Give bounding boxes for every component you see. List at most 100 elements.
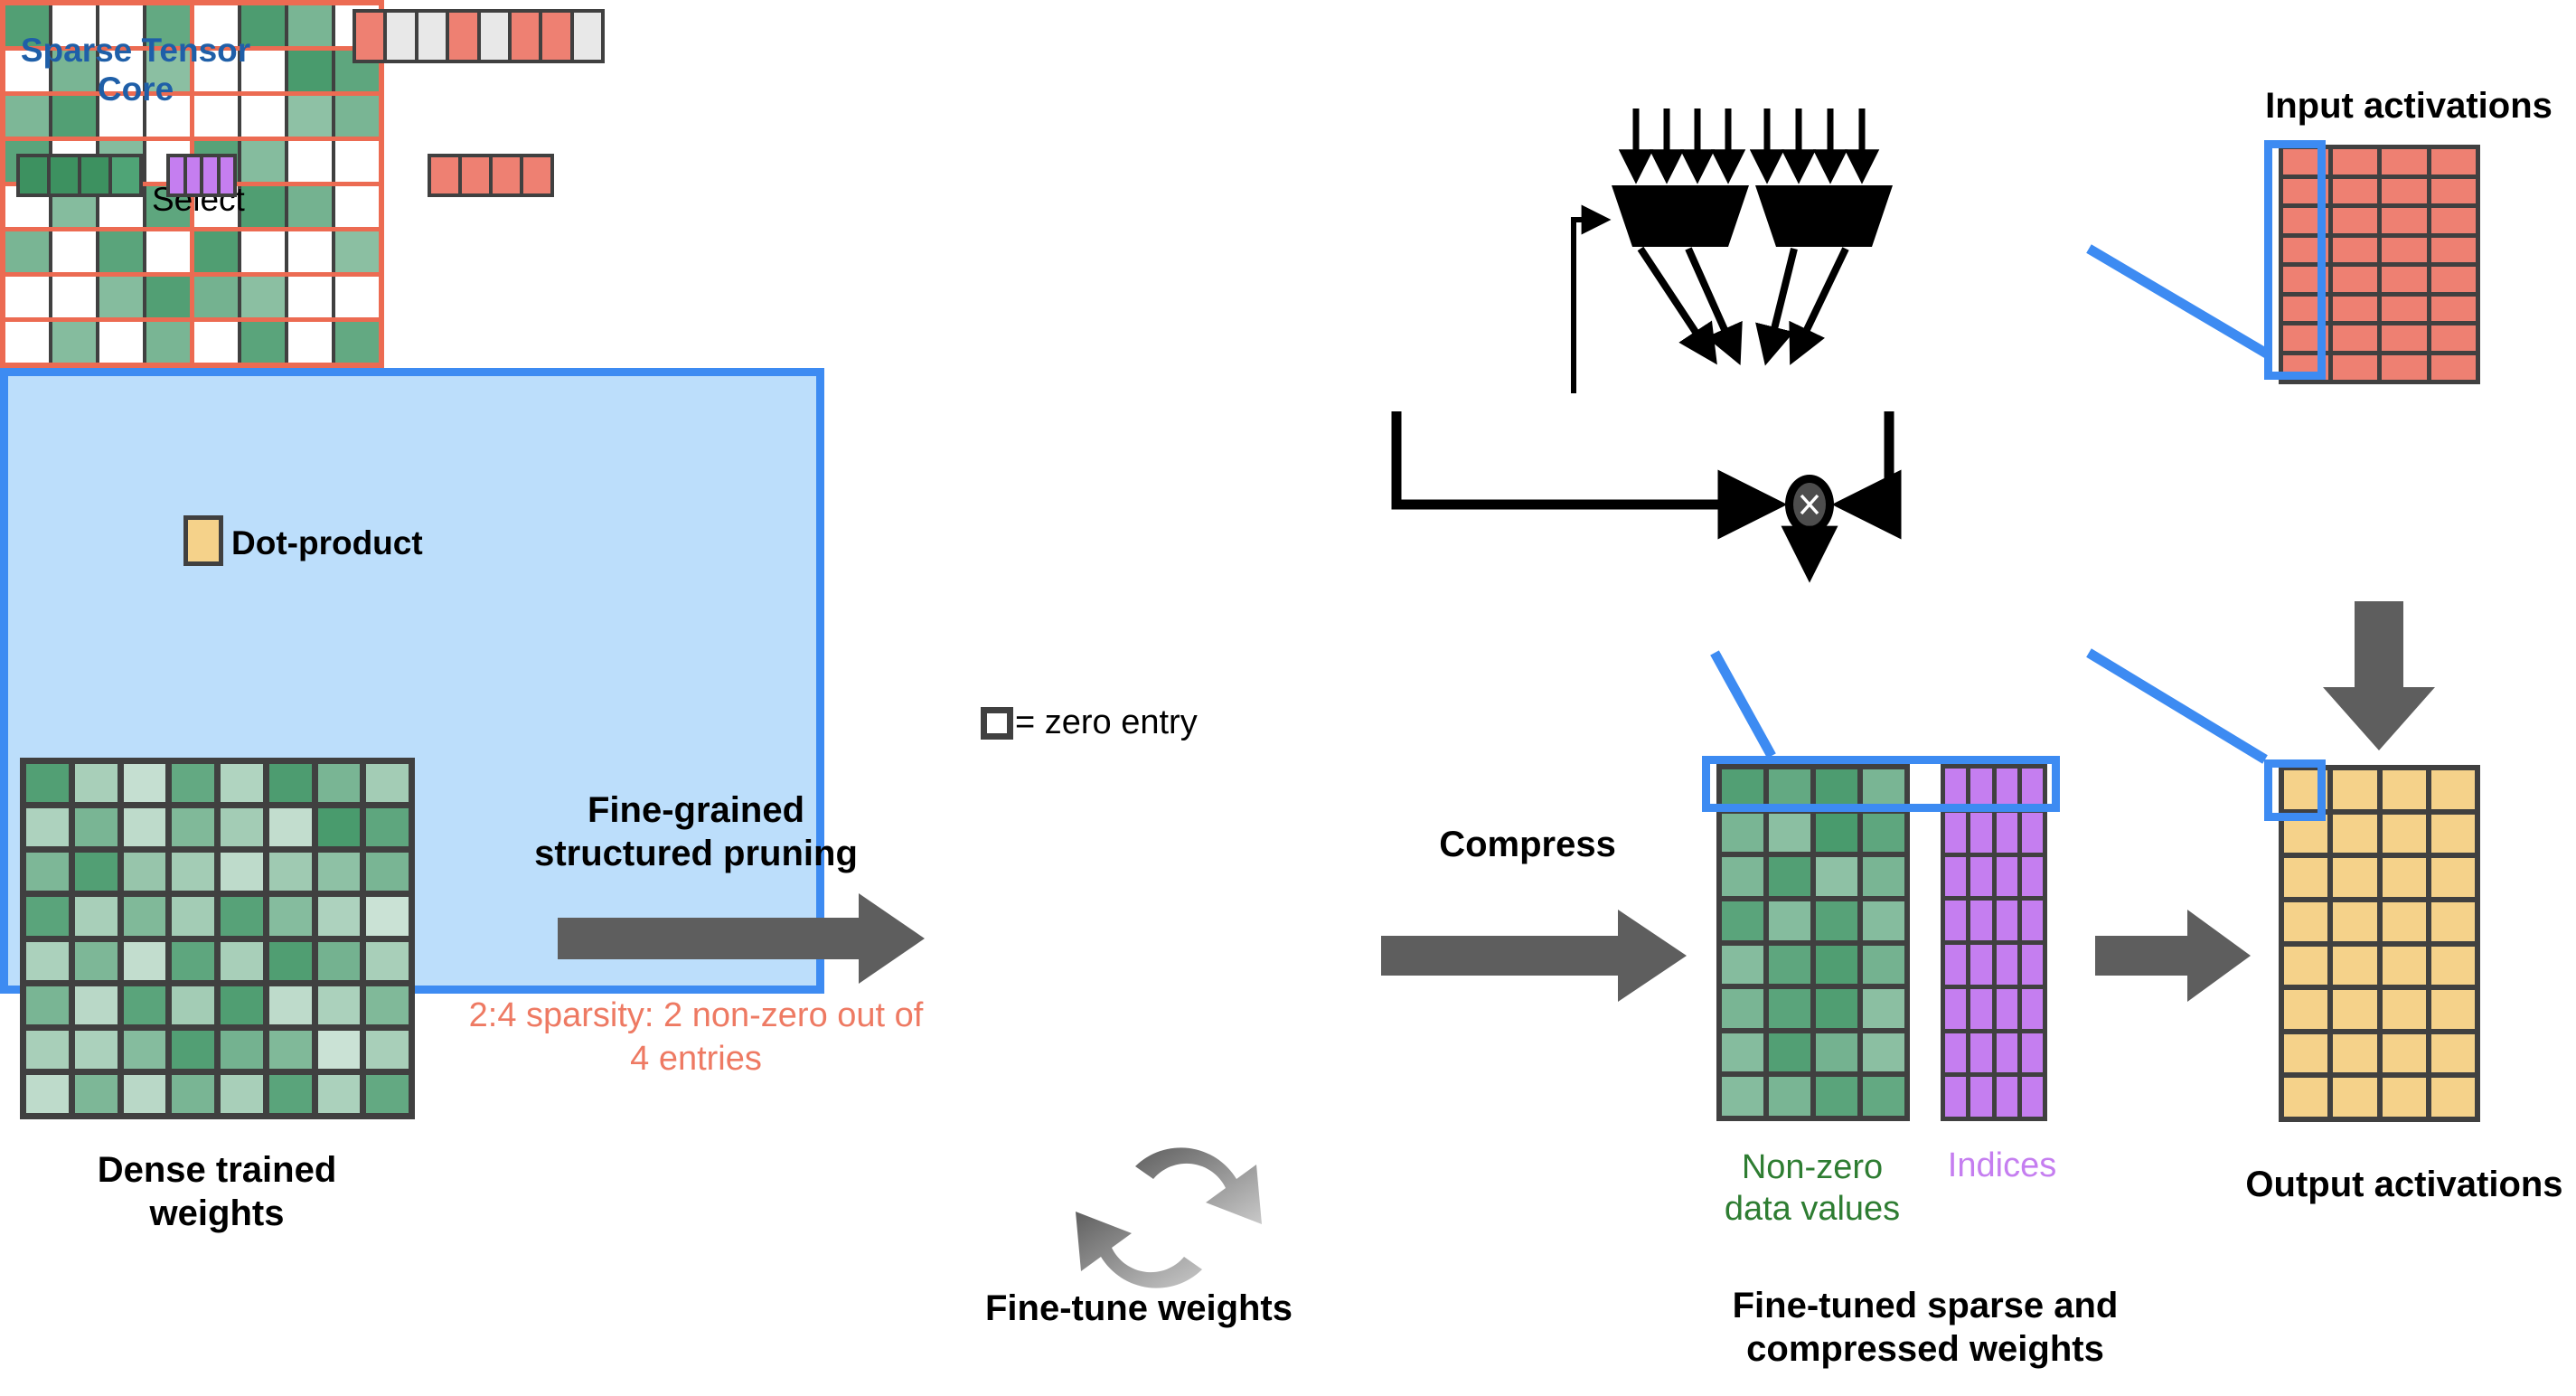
input-activation-cell bbox=[2332, 325, 2377, 351]
index-cell bbox=[1945, 1033, 1967, 1073]
dense-weight-cell bbox=[74, 1074, 118, 1113]
compressed-value-cell bbox=[1816, 857, 1857, 896]
zero-entry-text: = zero entry bbox=[1015, 703, 1198, 741]
select-connector bbox=[1571, 204, 1612, 393]
mux-trapezoid-left bbox=[1612, 185, 1749, 247]
dense-weight-cell bbox=[26, 853, 69, 891]
pruned-weight-cell bbox=[335, 322, 379, 363]
dense-weight-cell bbox=[123, 986, 166, 1024]
compressed-value-cell bbox=[1769, 945, 1810, 985]
pruned-weight-cell bbox=[99, 231, 143, 272]
output-activation-cell bbox=[2333, 1033, 2377, 1073]
dense-weight-cell bbox=[221, 764, 263, 803]
compressed-value-cell bbox=[1722, 1077, 1763, 1116]
pruned-weight-cell bbox=[288, 51, 332, 91]
output-activation-cell bbox=[2333, 901, 2377, 941]
pruned-weight-cell bbox=[335, 231, 379, 272]
pruned-weight-cell bbox=[241, 141, 285, 182]
activation-lane-nonzero bbox=[542, 13, 570, 60]
compressed-value-cell bbox=[1863, 989, 1904, 1028]
index-cell bbox=[1970, 1033, 1992, 1073]
pruned-weight-cell bbox=[146, 277, 190, 317]
pruned-weight-cell bbox=[241, 277, 285, 317]
dense-weight-cell bbox=[123, 897, 166, 936]
dense-weight-cell bbox=[268, 941, 312, 980]
dense-weight-cell bbox=[74, 1030, 118, 1069]
dense-weight-cell bbox=[366, 941, 409, 980]
pruned-weight-cell bbox=[5, 231, 49, 272]
zero-entry-cell bbox=[335, 141, 379, 182]
zero-entry-cell bbox=[52, 231, 96, 272]
indices-label: Indices bbox=[1947, 1146, 2057, 1184]
zero-entry-cell bbox=[5, 277, 49, 317]
input-activation-cell bbox=[2382, 354, 2427, 380]
input-activation-cell bbox=[2332, 237, 2377, 262]
dense-weight-cell bbox=[268, 897, 312, 936]
activation-lane-nonzero bbox=[356, 13, 384, 60]
input-activation-cell bbox=[2430, 325, 2476, 351]
index-cell bbox=[1996, 945, 2017, 985]
output-activation-cell bbox=[2333, 946, 2377, 986]
compressed-value-cell bbox=[1722, 1033, 1763, 1072]
pruned-weight-cell bbox=[146, 322, 190, 363]
index-cell bbox=[1945, 988, 1967, 1029]
dense-weight-cell bbox=[74, 986, 118, 1024]
index-cell bbox=[2021, 1033, 2043, 1073]
dense-weight-cell bbox=[74, 897, 118, 936]
output-activation-cell bbox=[2382, 1033, 2426, 1073]
input-activation-cell bbox=[2430, 354, 2476, 380]
input-activation-cell bbox=[2430, 178, 2476, 203]
dense-weight-cell bbox=[268, 1074, 312, 1113]
dense-weight-cell bbox=[221, 808, 263, 847]
zero-entry-cell bbox=[146, 231, 190, 272]
activation-lane-zero bbox=[387, 13, 415, 60]
dense-weight-cell bbox=[317, 808, 361, 847]
index-cell bbox=[1996, 901, 2017, 940]
fine-tune-cycle-icon bbox=[1076, 1147, 1262, 1288]
output-activation-cell bbox=[2284, 1078, 2328, 1117]
output-activation-cell bbox=[2430, 858, 2475, 897]
dense-weight-cell bbox=[26, 986, 69, 1024]
sparsity-block bbox=[5, 322, 190, 363]
output-activation-cell bbox=[2333, 858, 2377, 897]
activation-lane-zero bbox=[480, 13, 508, 60]
activation-lane-nonzero bbox=[511, 13, 540, 60]
output-activation-cell bbox=[2430, 1033, 2475, 1073]
dense-weight-cell bbox=[123, 764, 166, 803]
compressed-value-cell bbox=[1816, 989, 1857, 1028]
compressed-value-cell bbox=[1863, 813, 1904, 853]
input-activation-cell bbox=[2382, 237, 2427, 262]
dense-weight-cell bbox=[172, 764, 214, 803]
output-activation-cell bbox=[2284, 1033, 2328, 1073]
dense-weight-cell bbox=[317, 1074, 361, 1113]
dense-weight-cell bbox=[268, 1030, 312, 1069]
compressed-row-highlight bbox=[1702, 756, 2060, 812]
pruned-weight-cell bbox=[241, 186, 285, 227]
dense-weight-cell bbox=[317, 764, 361, 803]
indices-matrix bbox=[1941, 764, 2047, 1121]
index-cell bbox=[1996, 988, 2017, 1029]
compressed-value-cell bbox=[1769, 901, 1810, 940]
pruned-weight-cell bbox=[335, 96, 379, 137]
non-zero-values-label: Non-zero data values bbox=[1724, 1148, 1901, 1229]
pruned-weight-cell bbox=[241, 322, 285, 363]
sparsity-block bbox=[194, 231, 379, 272]
output-activations-cell-highlight bbox=[2264, 759, 2326, 821]
index-cell bbox=[1945, 856, 1967, 897]
pruned-weight-cell bbox=[288, 5, 332, 46]
dense-weight-cell bbox=[172, 1074, 214, 1113]
dense-weight-cell bbox=[317, 1030, 361, 1069]
pruned-weight-cell bbox=[288, 96, 332, 137]
dense-weight-cell bbox=[221, 941, 263, 980]
dense-weight-cell bbox=[317, 941, 361, 980]
index-cell bbox=[1945, 812, 1967, 853]
index-cell bbox=[1945, 1077, 1967, 1117]
input-activation-cell bbox=[2332, 208, 2377, 233]
compressed-value-cell bbox=[1816, 901, 1857, 940]
mux-to-selected-arrows bbox=[1637, 246, 1849, 366]
index-cell bbox=[1996, 856, 2017, 897]
index-cell bbox=[1970, 945, 1992, 985]
dense-weight-cell bbox=[221, 1074, 263, 1113]
compressed-value-cell bbox=[1722, 813, 1763, 853]
compressed-value-cell bbox=[1863, 945, 1904, 985]
